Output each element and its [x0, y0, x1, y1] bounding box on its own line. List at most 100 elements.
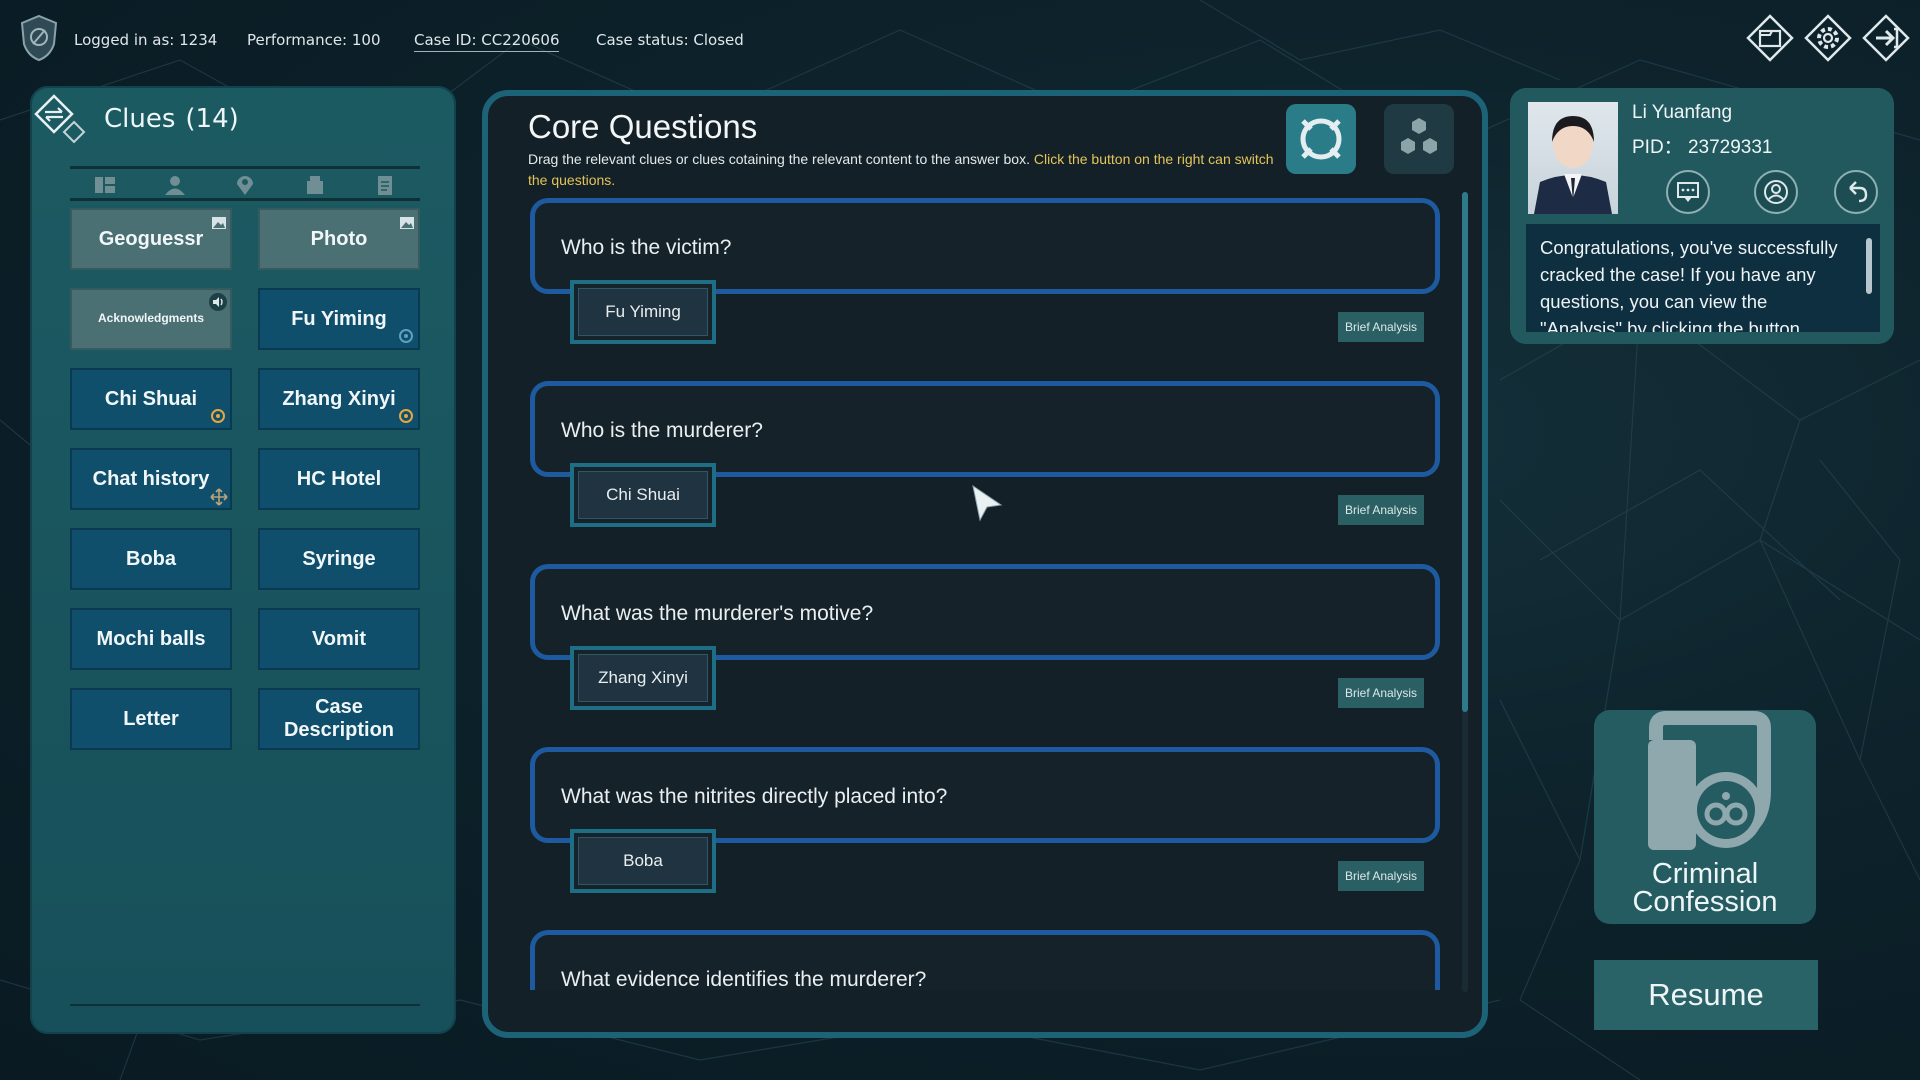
clues-exchange-icon: [34, 94, 86, 144]
answer-slot[interactable]: Chi Shuai: [570, 463, 716, 527]
answer-slot[interactable]: Boba: [570, 829, 716, 893]
divider: [70, 198, 420, 201]
officer-message: Congratulations, you've successfully cra…: [1526, 224, 1880, 332]
clue-mochi-balls[interactable]: Mochi balls: [70, 608, 232, 670]
clue-letter[interactable]: Letter: [70, 688, 232, 750]
user-icon: [1764, 180, 1788, 204]
clue-case-description[interactable]: Case Description: [258, 688, 420, 750]
clue-hc-hotel[interactable]: HC Hotel: [258, 448, 420, 510]
clue-label: Case Description: [283, 696, 395, 741]
clue-vomit[interactable]: Vomit: [258, 608, 420, 670]
question-text: Who is the victim?: [561, 236, 732, 259]
question-card: What was the nitrites directly placed in…: [528, 739, 1440, 922]
brief-analysis-button[interactable]: Brief Analysis: [1338, 312, 1424, 342]
clue-label: Syringe: [302, 547, 376, 570]
clue-fu-yiming[interactable]: Fu Yiming: [258, 288, 420, 350]
clue-geoguessr[interactable]: Geoguessr: [70, 208, 232, 270]
case-id-link[interactable]: Case ID: CC220606: [414, 31, 560, 52]
answer-text: Zhang Xinyi: [578, 654, 708, 702]
document-icon[interactable]: [372, 174, 398, 196]
exit-icon[interactable]: [1862, 14, 1910, 62]
clue-label: Zhang Xinyi: [282, 387, 396, 410]
avatar: [1534, 116, 1612, 214]
question-card: Who is the murderer? Chi Shuai Brief Ana…: [528, 373, 1440, 556]
clue-filter-tabs: [70, 170, 420, 200]
answer-slot[interactable]: Zhang Xinyi: [570, 646, 716, 710]
clue-label: Geoguessr: [98, 227, 204, 250]
clues-title: Clues (14): [104, 104, 239, 134]
clues-count: (14): [185, 104, 239, 134]
clue-label: Chat history: [92, 467, 210, 490]
question-box: What evidence identifies the murderer?: [530, 930, 1440, 990]
question-card: What was the murderer's motive? Zhang Xi…: [528, 556, 1440, 739]
answer-text: Fu Yiming: [578, 288, 708, 336]
clue-label: Vomit: [311, 627, 367, 650]
instructions-text: Drag the relevant clues or clues cotaini…: [528, 151, 1034, 167]
divider: [70, 166, 420, 169]
move-icon: [210, 488, 228, 506]
handcuffs-file-icon: [1648, 711, 1771, 850]
hexagon-cluster-icon: [1401, 118, 1437, 154]
brief-analysis-button[interactable]: Brief Analysis: [1338, 678, 1424, 708]
questions-scrollbar[interactable]: [1462, 192, 1468, 992]
clue-zhang-xinyi[interactable]: Zhang Xinyi: [258, 368, 420, 430]
questions-list[interactable]: Who is the victim? Fu Yiming Brief Analy…: [528, 190, 1448, 990]
question-text: Who is the murderer?: [561, 419, 763, 442]
clue-chi-shuai[interactable]: Chi Shuai: [70, 368, 232, 430]
person-icon[interactable]: [162, 174, 188, 196]
officer-name: Li Yuanfang: [1632, 102, 1733, 123]
audio-icon: [209, 293, 227, 311]
confession-line-2: Confession: [1632, 886, 1778, 918]
back-button[interactable]: [1834, 170, 1878, 214]
extra-questions-toggle-button[interactable]: [1384, 104, 1454, 174]
image-icon: [400, 217, 414, 229]
clue-acknowledgments[interactable]: Acknowledgments: [70, 288, 232, 350]
clues-title-text: Clues: [104, 104, 176, 134]
clue-label: Mochi balls: [96, 627, 206, 650]
performance-label: Performance: 100: [247, 31, 381, 49]
case-file-icon[interactable]: [1746, 14, 1794, 62]
clue-label: Photo: [310, 227, 368, 250]
brief-analysis-button[interactable]: Brief Analysis: [1338, 861, 1424, 891]
eye-icon: [211, 409, 225, 423]
location-icon[interactable]: [232, 174, 258, 196]
question-card: Who is the victim? Fu Yiming Brief Analy…: [528, 190, 1440, 373]
object-icon[interactable]: [302, 174, 328, 196]
mouse-cursor-icon: [972, 484, 1003, 522]
clue-syringe[interactable]: Syringe: [258, 528, 420, 590]
question-text: What was the nitrites directly placed in…: [561, 785, 948, 808]
logged-in-label: Logged in as: 1234: [74, 31, 218, 49]
criminal-confession-label: Criminal Confession: [1594, 860, 1816, 918]
police-badge-logo: [20, 14, 58, 62]
scrollbar-thumb[interactable]: [1462, 192, 1468, 712]
answer-slot[interactable]: Fu Yiming: [570, 280, 716, 344]
question-card: What evidence identifies the murderer?: [528, 922, 1440, 990]
question-text: What was the murderer's motive?: [561, 602, 874, 625]
answer-text: Boba: [578, 837, 708, 885]
clue-label: Chi Shuai: [104, 387, 198, 410]
undo-arrow-icon: [1849, 181, 1868, 203]
image-icon: [212, 217, 226, 229]
settings-gear-icon[interactable]: [1804, 14, 1852, 62]
clue-label: Acknowledgments: [97, 311, 205, 326]
clue-label: Fu Yiming: [291, 307, 387, 330]
resume-button[interactable]: Resume: [1594, 960, 1818, 1030]
clue-label: HC Hotel: [296, 467, 382, 490]
clue-photo[interactable]: Photo: [258, 208, 420, 270]
case-status-label: Case status: Closed: [596, 31, 744, 49]
clue-chat-history[interactable]: Chat history: [70, 448, 232, 510]
brief-analysis-button[interactable]: Brief Analysis: [1338, 495, 1424, 525]
clue-label: Letter: [123, 707, 179, 730]
question-text: What evidence identifies the murderer?: [561, 968, 927, 990]
dialogue-button[interactable]: [1666, 170, 1710, 214]
all-clues-icon[interactable]: [92, 174, 118, 196]
target-icon: [1300, 118, 1342, 160]
profile-button[interactable]: [1754, 170, 1798, 214]
top-bar: Logged in as: 1234 Performance: 100 Case…: [0, 0, 1920, 80]
clue-boba[interactable]: Boba: [70, 528, 232, 590]
eye-icon: [399, 329, 413, 343]
clue-label: Boba: [126, 547, 176, 570]
core-questions-toggle-button[interactable]: [1286, 104, 1356, 174]
message-scrollbar[interactable]: [1866, 238, 1872, 294]
officer-portrait: [1528, 102, 1618, 214]
